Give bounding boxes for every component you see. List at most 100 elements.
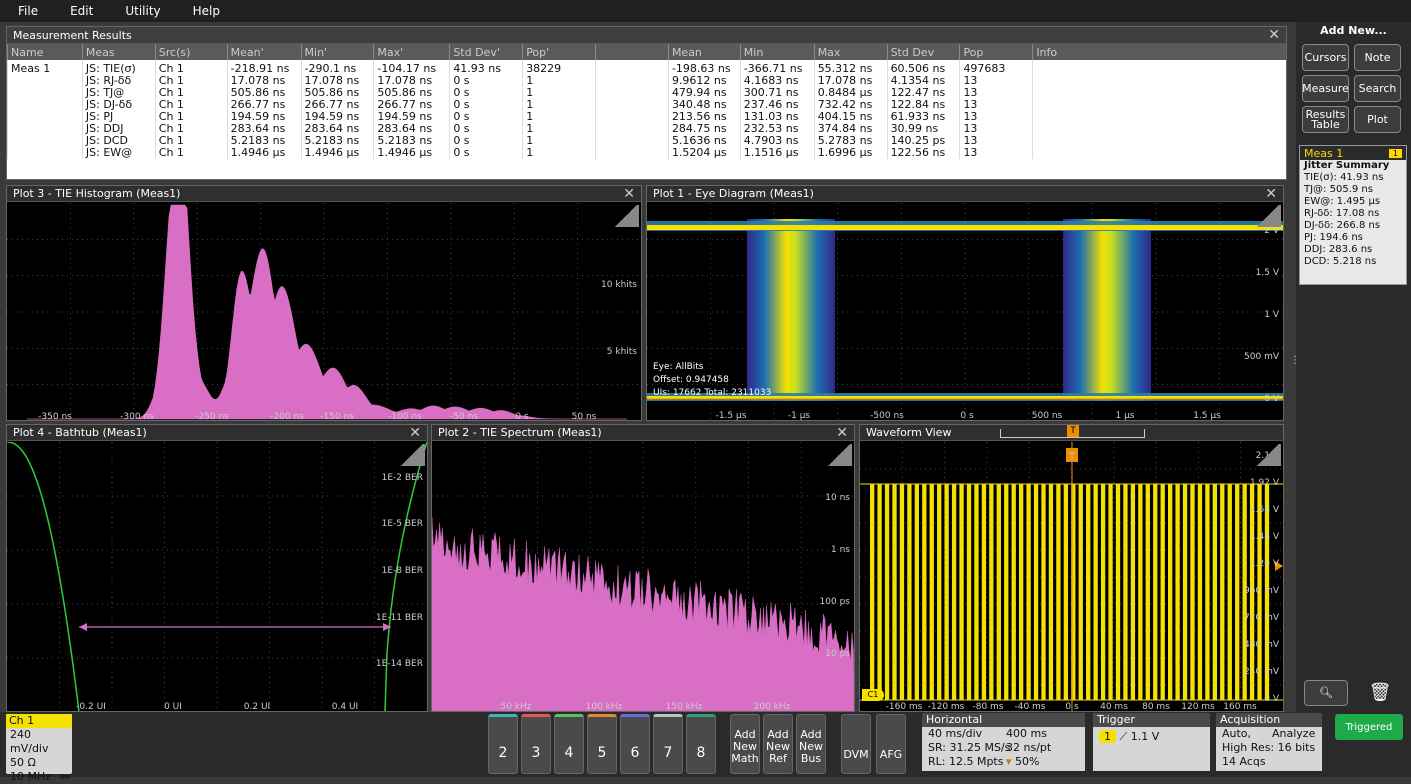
column-header[interactable]: Max <box>813 44 888 60</box>
close-icon[interactable]: ✕ <box>1268 27 1280 43</box>
pulse <box>929 484 934 700</box>
measurement-results-panel: Measurement Results ✕ Name Meas Src(s) Mean… <box>6 26 1287 180</box>
table-cell: Meas 1 <box>7 60 83 75</box>
table-cell: 1 <box>522 87 596 99</box>
close-icon[interactable]: ✕ <box>1265 186 1277 202</box>
results-table-button[interactable]: Results Table <box>1302 106 1349 133</box>
channel-4-button[interactable]: 4 <box>554 714 584 774</box>
table-row[interactable]: JS: EW@ Ch 1 1.4946 µs 1.4946 µs 1.4946 µs 0 … <box>7 147 1286 159</box>
dvm-button[interactable]: DVM <box>841 714 871 774</box>
magnify-icon[interactable] <box>826 444 852 466</box>
pulse <box>1197 484 1203 700</box>
menu-help[interactable]: Help <box>177 4 236 18</box>
badge-row: EW@: 1.495 µs <box>1304 196 1381 207</box>
close-icon[interactable]: ✕ <box>623 186 635 202</box>
add-new-bus-button[interactable]: Add New Bus <box>796 714 826 774</box>
x-tick-label: -300 ns <box>120 412 154 420</box>
channel1-marker[interactable]: C1 <box>862 689 884 701</box>
waveform-view: Waveform View T2.1 V1.92 V1.68 V1.44 V1.… <box>859 424 1284 712</box>
badge-row: DDJ: 283.6 ns <box>1304 244 1373 255</box>
add-new-math-button[interactable]: Add New Math <box>730 714 760 774</box>
column-header[interactable]: Mean <box>667 44 741 60</box>
column-header[interactable]: Min <box>739 44 815 60</box>
badge-row: DCD: 5.218 ns <box>1304 256 1377 267</box>
table-row[interactable]: JS: DJ-δδ Ch 1 266.77 ns 266.77 ns 266.77 ns… <box>7 99 1286 111</box>
x-tick-label: 150 kHz <box>666 702 703 711</box>
channel-5-button[interactable]: 5 <box>587 714 617 774</box>
add-new-ref-button[interactable]: Add New Ref <box>763 714 793 774</box>
column-header[interactable] <box>595 44 669 60</box>
pulse <box>1078 484 1083 700</box>
resize-handle[interactable]: ⋮ <box>1290 356 1300 374</box>
meas1-badge[interactable]: Meas 1 1 Jitter Summary TIE(σ): 41.93 ns TJ… <box>1299 145 1407 285</box>
close-icon[interactable]: ✕ <box>836 425 848 441</box>
trigger-badge[interactable]: Trigger 1 ⟋ 1.1 V <box>1093 713 1210 771</box>
channel1-badge[interactable]: Ch 1 240 mV/div 50 Ω 10 MHz Bw <box>6 714 72 783</box>
column-header[interactable]: Std Dev' <box>449 44 523 60</box>
horizontal-badge[interactable]: Horizontal 40 ms/div 400 ms SR: 31.25 MS/… <box>922 713 1085 771</box>
plot2-canvas: 10 ns 1 ns 100 ps 10 ps 50 kHz 100 kHz 150 kHz… <box>432 442 854 711</box>
search-button[interactable]: Search <box>1354 75 1401 102</box>
magnify-icon[interactable] <box>1255 205 1281 227</box>
x-tick-label: 160 ms <box>1223 702 1257 711</box>
channel-2-button[interactable]: 2 <box>488 714 518 774</box>
table-row[interactable]: JS: DDJ Ch 1 283.64 ns 283.64 ns 283.64 ns 0 … <box>7 123 1286 135</box>
column-header[interactable]: Info <box>1032 44 1286 60</box>
x-tick-label: -160 ms <box>886 702 923 711</box>
cursors-button[interactable]: Cursors <box>1302 44 1349 71</box>
table-row[interactable]: JS: PJ Ch 1 194.59 ns 194.59 ns 194.59 ns 0 s… <box>7 111 1286 123</box>
plot-button[interactable]: Plot <box>1354 106 1401 133</box>
plot4-header: Plot 4 - Bathtub (Meas1) ✕ <box>7 425 427 441</box>
eye-offset: Offset: 0.947458 <box>653 375 729 385</box>
afg-button[interactable]: AFG <box>876 714 906 774</box>
horizontal-title: Horizontal <box>922 713 1085 727</box>
x-tick-label: 0 s <box>515 412 529 420</box>
table-row[interactable]: JS: RJ-δδ Ch 1 17.078 ns 17.078 ns 17.078 ns… <box>7 75 1286 87</box>
x-tick-label: -80 ms <box>972 702 1003 711</box>
table-cell <box>7 123 83 135</box>
waveform-canvas: T2.1 V1.92 V1.68 V1.44 V1.20 V960 mV720 … <box>860 442 1283 711</box>
plot3-header: Plot 3 - TIE Histogram (Meas1) ✕ <box>7 186 641 202</box>
measure-button[interactable]: Measure <box>1302 75 1349 102</box>
channel-6-button[interactable]: 6 <box>620 714 650 774</box>
badge-row: RJ-δδ: 17.08 ns <box>1304 208 1380 219</box>
menu-utility[interactable]: Utility <box>109 4 176 18</box>
menu-edit[interactable]: Edit <box>54 4 109 18</box>
close-icon[interactable]: ✕ <box>409 425 421 441</box>
table-row[interactable]: JS: TJ@ Ch 1 505.86 ns 505.86 ns 505.86 ns 0 … <box>7 87 1286 99</box>
channel-8-button[interactable]: 8 <box>686 714 716 774</box>
table-cell <box>595 135 669 147</box>
magnify-icon[interactable] <box>1255 444 1281 466</box>
column-header[interactable]: Meas <box>81 44 156 60</box>
magnify-icon[interactable] <box>613 205 639 227</box>
table-row[interactable]: JS: DCD Ch 1 5.2183 ns 5.2183 ns 5.2183 ns 0 … <box>7 135 1286 147</box>
badge-row: Jitter Summary <box>1304 160 1390 171</box>
eye-info: Eye: AllBits Offset: 0.947458 UIs: 17662… <box>653 361 771 400</box>
trash-icon[interactable]: 🗑︎ <box>1358 680 1402 706</box>
column-header[interactable]: Pop' <box>522 44 596 60</box>
table-cell <box>1032 111 1286 123</box>
table-cell <box>7 147 83 159</box>
trigger-position-icon[interactable]: T <box>1067 425 1079 437</box>
column-header[interactable]: Pop <box>959 44 1033 60</box>
channel-3-button[interactable]: 3 <box>521 714 551 774</box>
column-header[interactable]: Min' <box>300 44 374 60</box>
magnify-icon[interactable] <box>399 444 425 466</box>
trigger-status-badge[interactable]: Triggered <box>1335 714 1403 740</box>
record-length: RL: 12.5 Mpts <box>928 755 1004 768</box>
column-header[interactable]: Mean' <box>226 44 302 60</box>
column-header[interactable]: Std Dev <box>886 44 960 60</box>
column-header[interactable]: Max' <box>373 44 450 60</box>
column-header[interactable]: Src(s) <box>154 44 228 60</box>
note-button[interactable]: Note <box>1354 44 1401 71</box>
arrow-left-icon <box>79 623 87 631</box>
pulse <box>1026 484 1031 700</box>
acquisition-badge[interactable]: Acquisition Auto, Analyze High Res: 16 bi… <box>1216 713 1322 771</box>
plot2-header: Plot 2 - TIE Spectrum (Meas1) ✕ <box>432 425 854 441</box>
y-tick-label: 1.44 V <box>1250 532 1280 542</box>
zoom-icon[interactable]: 🔍︎ <box>1304 680 1348 706</box>
channel-7-button[interactable]: 7 <box>653 714 683 774</box>
column-header[interactable]: Name <box>7 44 83 60</box>
menu-file[interactable]: File <box>0 4 54 18</box>
table-row[interactable]: Meas 1 JS: TIE(σ) Ch 1 -218.91 ns -290.1 ns -… <box>7 60 1286 75</box>
